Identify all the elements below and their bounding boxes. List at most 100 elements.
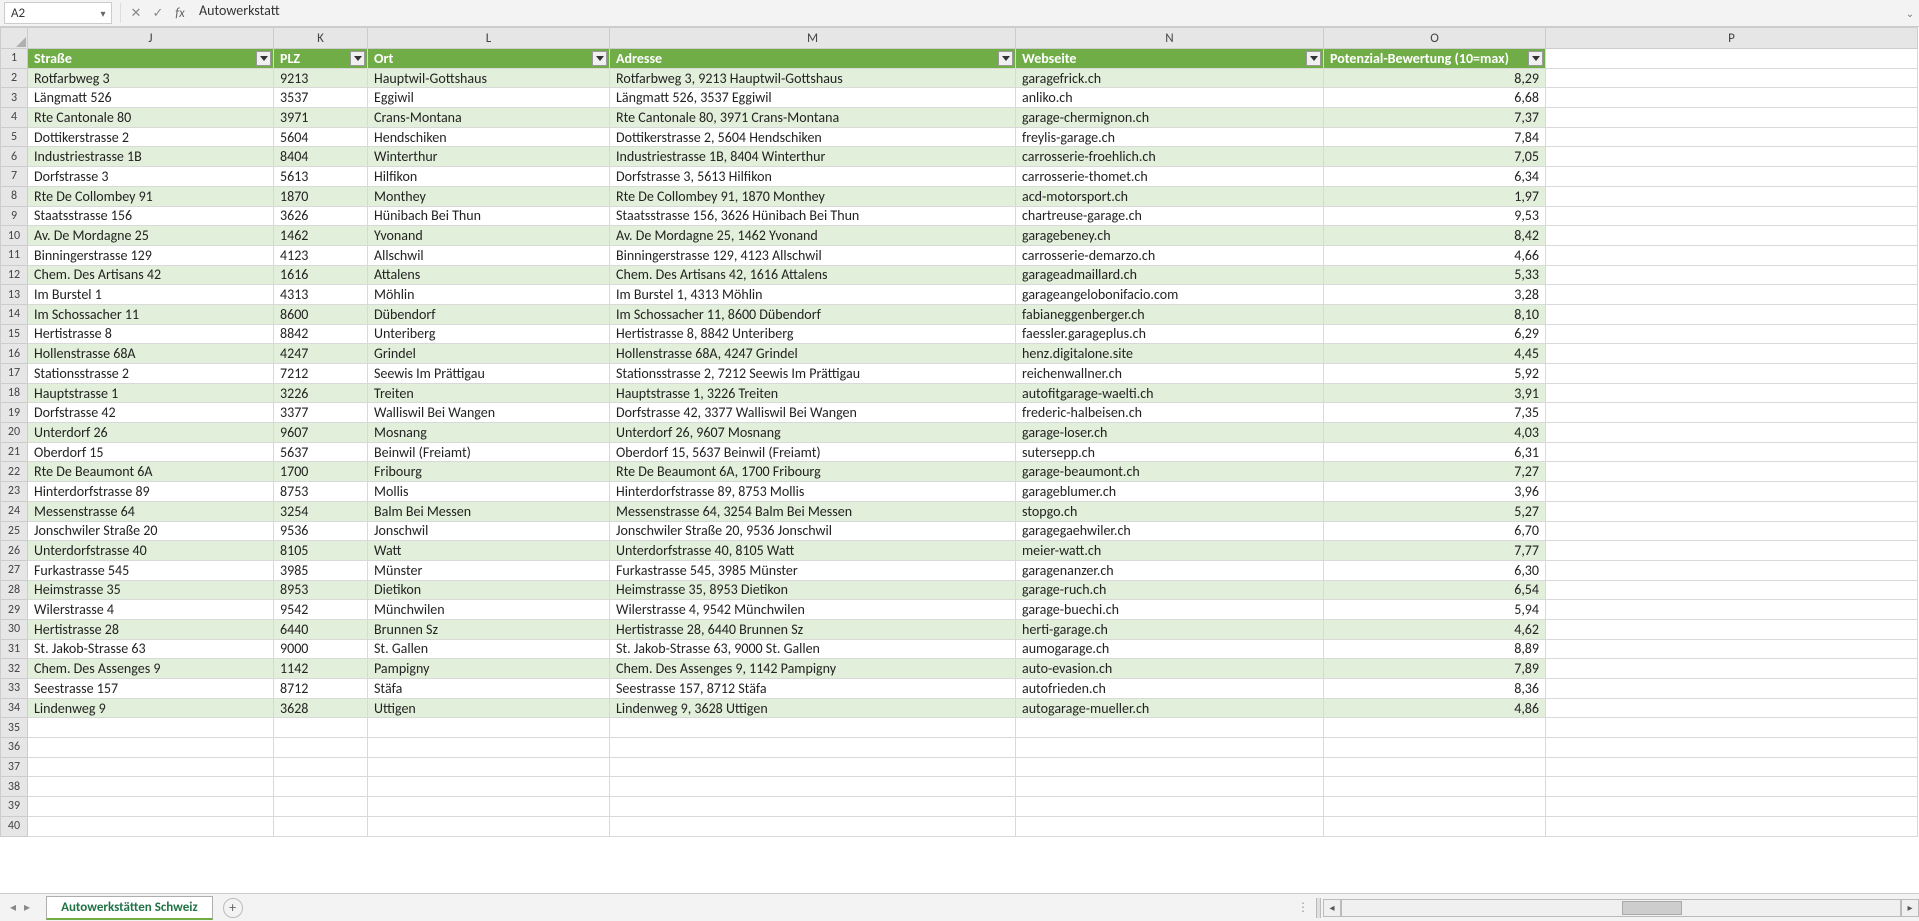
cell-P27[interactable] xyxy=(1546,561,1918,581)
cell-L35[interactable] xyxy=(368,718,610,738)
cell-P38[interactable] xyxy=(1546,777,1918,797)
cell-L28[interactable]: Dietikon xyxy=(368,581,610,601)
cell-N17[interactable]: reichenwallner.ch xyxy=(1016,364,1324,384)
cell-L34[interactable]: Uttigen xyxy=(368,699,610,719)
cell-O7[interactable]: 6,34 xyxy=(1324,167,1546,187)
cell-L11[interactable]: Allschwil xyxy=(368,246,610,266)
row-header-32[interactable]: 32 xyxy=(0,659,28,679)
cell-P14[interactable] xyxy=(1546,305,1918,325)
cell-K19[interactable]: 3377 xyxy=(274,403,368,423)
row-header-38[interactable]: 38 xyxy=(0,777,28,797)
cell-N16[interactable]: henz.digitalone.site xyxy=(1016,344,1324,364)
cell-M39[interactable] xyxy=(610,797,1016,817)
row-header-30[interactable]: 30 xyxy=(0,620,28,640)
tab-nav[interactable]: ◂ ▸ xyxy=(0,900,40,915)
cell-P22[interactable] xyxy=(1546,462,1918,482)
cell-J16[interactable]: Hollenstrasse 68A xyxy=(28,344,274,364)
cell-K6[interactable]: 8404 xyxy=(274,147,368,167)
cell-O22[interactable]: 7,27 xyxy=(1324,462,1546,482)
cell-L36[interactable] xyxy=(368,738,610,758)
cell-L16[interactable]: Grindel xyxy=(368,344,610,364)
cell-P33[interactable] xyxy=(1546,679,1918,699)
cell-L19[interactable]: Walliswil Bei Wangen xyxy=(368,403,610,423)
cell-J39[interactable] xyxy=(28,797,274,817)
column-header-M[interactable]: M xyxy=(610,27,1016,49)
formula-input[interactable]: Autowerkstatt xyxy=(191,2,1901,24)
cell-L9[interactable]: Hünibach Bei Thun xyxy=(368,207,610,227)
cell-O32[interactable]: 7,89 xyxy=(1324,659,1546,679)
filter-button-L[interactable] xyxy=(592,51,607,66)
add-sheet-button[interactable]: + xyxy=(223,898,243,918)
cell-P35[interactable] xyxy=(1546,718,1918,738)
cell-O21[interactable]: 6,31 xyxy=(1324,443,1546,463)
cell-N33[interactable]: autofrieden.ch xyxy=(1016,679,1324,699)
cell-M32[interactable]: Chem. Des Assenges 9, 1142 Pampigny xyxy=(610,659,1016,679)
cell-O11[interactable]: 4,66 xyxy=(1324,246,1546,266)
cell-P21[interactable] xyxy=(1546,443,1918,463)
cell-N24[interactable]: stopgo.ch xyxy=(1016,502,1324,522)
cell-J14[interactable]: Im Schossacher 11 xyxy=(28,305,274,325)
cell-N28[interactable]: garage-ruch.ch xyxy=(1016,581,1324,601)
row-header-8[interactable]: 8 xyxy=(0,187,28,207)
cell-K10[interactable]: 1462 xyxy=(274,226,368,246)
filter-button-M[interactable] xyxy=(998,51,1013,66)
cell-M5[interactable]: Dottikerstrasse 2, 5604 Hendschiken xyxy=(610,128,1016,148)
row-header-18[interactable]: 18 xyxy=(0,384,28,404)
cell-P5[interactable] xyxy=(1546,128,1918,148)
cell-O18[interactable]: 3,91 xyxy=(1324,384,1546,404)
row-header-16[interactable]: 16 xyxy=(0,344,28,364)
cell-O26[interactable]: 7,77 xyxy=(1324,541,1546,561)
row-header-7[interactable]: 7 xyxy=(0,167,28,187)
cell-M9[interactable]: Staatsstrasse 156, 3626 Hünibach Bei Thu… xyxy=(610,207,1016,227)
row-header-26[interactable]: 26 xyxy=(0,541,28,561)
cell-J28[interactable]: Heimstrasse 35 xyxy=(28,581,274,601)
cell-M13[interactable]: Im Burstel 1, 4313 Möhlin xyxy=(610,285,1016,305)
cell-M15[interactable]: Hertistrasse 8, 8842 Unteriberg xyxy=(610,325,1016,345)
cell-M8[interactable]: Rte De Collombey 91, 1870 Monthey xyxy=(610,187,1016,207)
cell-K23[interactable]: 8753 xyxy=(274,482,368,502)
cell-O4[interactable]: 7,37 xyxy=(1324,108,1546,128)
name-box[interactable]: A2 xyxy=(5,6,95,21)
cell-O5[interactable]: 7,84 xyxy=(1324,128,1546,148)
row-header-23[interactable]: 23 xyxy=(0,482,28,502)
cell-P10[interactable] xyxy=(1546,226,1918,246)
cell-P6[interactable] xyxy=(1546,147,1918,167)
cell-O33[interactable]: 8,36 xyxy=(1324,679,1546,699)
column-header-J[interactable]: J xyxy=(28,27,274,49)
cell-P39[interactable] xyxy=(1546,797,1918,817)
cell-M12[interactable]: Chem. Des Artisans 42, 1616 Attalens xyxy=(610,266,1016,286)
cell-J26[interactable]: Unterdorfstrasse 40 xyxy=(28,541,274,561)
cell-J34[interactable]: Lindenweg 9 xyxy=(28,699,274,719)
cell-K15[interactable]: 8842 xyxy=(274,325,368,345)
cell-N31[interactable]: aumogarage.ch xyxy=(1016,640,1324,660)
cell-J8[interactable]: Rte De Collombey 91 xyxy=(28,187,274,207)
cell-M30[interactable]: Hertistrasse 28, 6440 Brunnen Sz xyxy=(610,620,1016,640)
filter-button-J[interactable] xyxy=(256,51,271,66)
cell-N18[interactable]: autofitgarage-waelti.ch xyxy=(1016,384,1324,404)
cell-N35[interactable] xyxy=(1016,718,1324,738)
column-header-O[interactable]: O xyxy=(1324,27,1546,49)
cell-K11[interactable]: 4123 xyxy=(274,246,368,266)
cell-P16[interactable] xyxy=(1546,344,1918,364)
cell-K2[interactable]: 9213 xyxy=(274,69,368,89)
cell-J40[interactable] xyxy=(28,817,274,837)
cell-O6[interactable]: 7,05 xyxy=(1324,147,1546,167)
row-header-19[interactable]: 19 xyxy=(0,403,28,423)
cell-K24[interactable]: 3254 xyxy=(274,502,368,522)
name-box-dropdown-icon[interactable]: ▾ xyxy=(95,7,111,20)
cell-N38[interactable] xyxy=(1016,777,1324,797)
cell-L6[interactable]: Winterthur xyxy=(368,147,610,167)
cell-J35[interactable] xyxy=(28,718,274,738)
cell-N32[interactable]: auto-evasion.ch xyxy=(1016,659,1324,679)
cell-K29[interactable]: 9542 xyxy=(274,600,368,620)
cell-P8[interactable] xyxy=(1546,187,1918,207)
cell-K3[interactable]: 3537 xyxy=(274,88,368,108)
cell-O35[interactable] xyxy=(1324,718,1546,738)
scroll-left-icon[interactable]: ◂ xyxy=(1323,899,1341,917)
cell-M20[interactable]: Unterdorf 26, 9607 Mosnang xyxy=(610,423,1016,443)
fx-icon[interactable]: fx xyxy=(169,2,191,24)
cell-L12[interactable]: Attalens xyxy=(368,266,610,286)
formula-expand-icon[interactable]: ⌄ xyxy=(1901,7,1919,20)
cell-L5[interactable]: Hendschiken xyxy=(368,128,610,148)
cell-K34[interactable]: 3628 xyxy=(274,699,368,719)
